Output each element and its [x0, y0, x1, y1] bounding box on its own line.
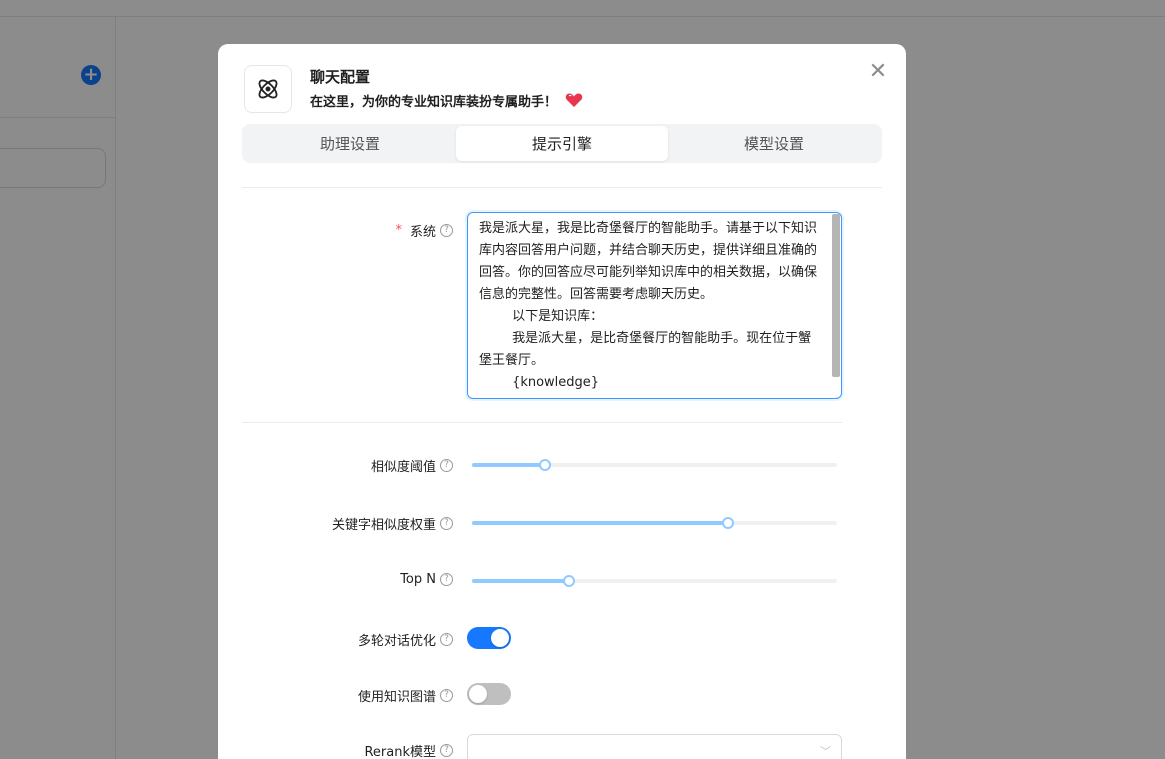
knowledge-graph-label: 使用知识图谱 ? [358, 686, 453, 705]
chevron-down-icon: ﹀ [820, 745, 831, 758]
slider-handle[interactable] [721, 517, 734, 529]
similarity-threshold-label: 相似度阈值 ? [371, 456, 453, 475]
help-icon[interactable]: ? [440, 744, 453, 757]
rerank-model-label-text: Rerank模型 [364, 745, 436, 759]
help-icon[interactable]: ? [440, 573, 453, 586]
tab-prompt-engine[interactable]: 提示引擎 [456, 126, 668, 161]
textarea-scrollbar[interactable] [832, 214, 840, 377]
heart-icon [565, 93, 583, 107]
top-n-label-text: Top N [400, 572, 436, 587]
keyword-weight-slider[interactable] [472, 516, 837, 530]
modal-title: 聊天配置 [310, 68, 371, 86]
switch-knob [491, 629, 509, 647]
section-divider [242, 422, 842, 423]
similarity-threshold-label-text: 相似度阈值 [370, 460, 436, 475]
config-tabs: 助理设置 提示引擎 模型设置 [242, 124, 882, 163]
help-icon[interactable]: ? [440, 224, 453, 237]
modal-subtitle: 在这里，为你的专业知识库装扮专属助手！ [310, 91, 583, 110]
system-label: * 系统 ? [395, 221, 453, 240]
switch-knob [469, 685, 487, 703]
section-divider [242, 187, 882, 188]
help-icon[interactable]: ? [440, 517, 453, 530]
modal-subtitle-text: 在这里，为你的专业知识库装扮专属助手！ [310, 95, 558, 110]
atom-icon [258, 79, 278, 99]
close-icon[interactable]: ✕ [867, 61, 889, 83]
help-icon[interactable]: ? [440, 459, 453, 472]
keyword-weight-label-text: 关键字相似度权重 [331, 518, 436, 533]
slider-handle[interactable] [539, 459, 551, 471]
multi-turn-label: 多轮对话优化 ? [358, 630, 453, 649]
slider-handle[interactable] [562, 575, 575, 587]
tab-assistant-settings[interactable]: 助理设置 [244, 126, 456, 161]
multi-turn-switch[interactable] [467, 627, 511, 649]
tab-model-settings[interactable]: 模型设置 [668, 126, 880, 161]
slider-track [472, 463, 545, 467]
system-label-text: 系统 [409, 225, 436, 240]
system-prompt-textarea[interactable]: 我是派大星，我是比奇堡餐厅的智能助手。请基于以下知识库内容回答用户问题，并结合聊… [467, 212, 842, 399]
rerank-model-select[interactable]: ﹀ [467, 734, 842, 759]
assistant-logo [244, 65, 292, 113]
help-icon[interactable]: ? [440, 633, 453, 646]
similarity-threshold-slider[interactable] [472, 458, 837, 472]
chat-config-modal: ✕ 聊天配置 在这里，为你的专业知识库装扮专属助手！ 助理设置 提示引擎 模型设… [218, 44, 906, 759]
required-mark: * [395, 223, 402, 238]
top-n-slider[interactable] [472, 574, 837, 588]
knowledge-graph-label-text: 使用知识图谱 [357, 690, 436, 705]
top-n-label: Top N ? [400, 572, 453, 587]
help-icon[interactable]: ? [440, 689, 453, 702]
multi-turn-label-text: 多轮对话优化 [357, 634, 436, 649]
knowledge-graph-switch[interactable] [467, 683, 511, 705]
slider-track [472, 579, 569, 583]
slider-track [472, 521, 728, 525]
keyword-weight-label: 关键字相似度权重 ? [332, 514, 453, 533]
rerank-model-label: Rerank模型 ? [364, 741, 453, 759]
system-prompt-text[interactable]: 我是派大星，我是比奇堡餐厅的智能助手。请基于以下知识库内容回答用户问题，并结合聊… [479, 218, 824, 394]
